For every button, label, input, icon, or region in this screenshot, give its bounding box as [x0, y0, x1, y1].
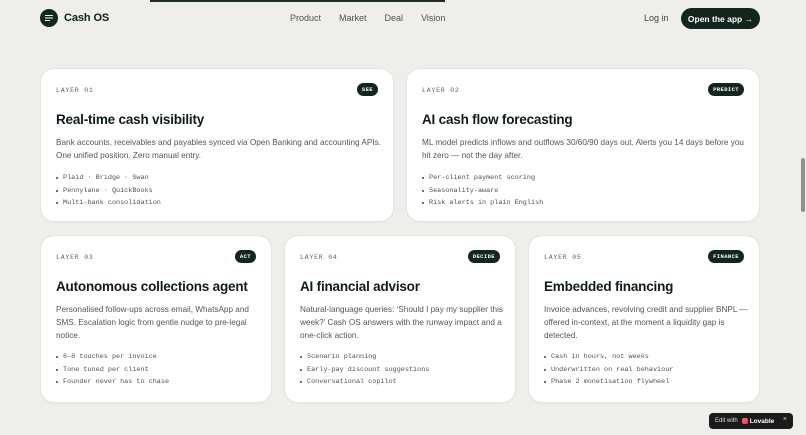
feature-list: 6–8 touches per invoice Tone tuned per c…	[56, 351, 169, 389]
layer-label: LAYER 01	[56, 87, 94, 94]
open-app-button[interactable]: Open the app →	[681, 8, 760, 29]
bullet-dot-icon	[422, 177, 424, 180]
bullet-dot-icon	[544, 381, 546, 384]
lovable-heart-icon	[741, 418, 748, 424]
bullet-dot-icon	[422, 202, 424, 205]
close-icon[interactable]: ×	[783, 416, 787, 423]
list-item-text: Per-client payment scoring	[429, 174, 536, 183]
nav-link-deal[interactable]: Deal	[385, 13, 404, 23]
layer-card-act: LAYER 03 ACT Autonomous collections agen…	[40, 235, 272, 403]
layer-badge: FINANCE	[708, 250, 744, 263]
card-description: Bank accounts, receivables and payables …	[56, 138, 381, 160]
bullet-dot-icon	[300, 356, 302, 359]
list-item: 6–8 touches per invoice	[56, 351, 169, 364]
bullet-dot-icon	[56, 381, 58, 384]
list-item-text: Conversational copilot	[307, 378, 397, 387]
nav-link-vision[interactable]: Vision	[421, 13, 445, 23]
login-link[interactable]: Log in	[644, 13, 669, 23]
layer-card-decide: LAYER 04 DECIDE AI financial advisor Nat…	[284, 235, 516, 403]
list-item: Plaid · Bridge · Swan	[56, 172, 161, 185]
bullet-dot-icon	[422, 189, 424, 192]
list-item: Tone tuned per client	[56, 364, 169, 377]
card-description: ML model predicts inflows and outflows 3…	[422, 138, 744, 160]
card-title: Autonomous collections agent	[56, 279, 248, 294]
bullet-dot-icon	[56, 356, 58, 359]
layer-label: LAYER 03	[56, 254, 94, 261]
card-title: AI cash flow forecasting	[422, 112, 573, 127]
nav-link-market[interactable]: Market	[339, 13, 367, 23]
layer-label: LAYER 02	[422, 87, 460, 94]
nav-link-product[interactable]: Product	[290, 13, 321, 23]
list-item: Early-pay discount suggestions	[300, 364, 429, 377]
layer-badge: PREDICT	[708, 83, 744, 96]
bullet-dot-icon	[300, 368, 302, 371]
list-item-text: Multi-bank consolidation	[63, 199, 161, 208]
card-description: Natural-language queries: ‘Should I pay …	[300, 305, 503, 340]
layer-card-predict: LAYER 02 PREDICT AI cash flow forecastin…	[406, 68, 760, 222]
layer-label: LAYER 04	[300, 254, 338, 261]
list-item-text: Seasonality-aware	[429, 186, 499, 195]
list-item: Multi-bank consolidation	[56, 197, 161, 210]
card-description: Personalised follow-ups across email, Wh…	[56, 305, 249, 340]
list-item-text: Early-pay discount suggestions	[307, 365, 430, 374]
top-navigation: Cash OS Product Market Deal Vision Log i…	[0, 0, 806, 38]
bullet-dot-icon	[56, 202, 58, 205]
card-title: AI financial advisor	[300, 279, 420, 294]
list-item: Phase 2 monetisation flywheel	[544, 376, 673, 389]
brand-name: Cash OS	[64, 12, 110, 24]
feature-list: Scenario planning Early-pay discount sug…	[300, 351, 429, 389]
list-item-text: Risk alerts in plain English	[429, 199, 544, 208]
list-item: Conversational copilot	[300, 376, 429, 389]
list-item-text: Pennylane · QuickBooks	[63, 186, 153, 195]
card-description: Invoice advances, revolving credit and s…	[544, 305, 748, 340]
feature-list: Cash in hours, not weeks Underwritten on…	[544, 351, 673, 389]
feature-list: Plaid · Bridge · Swan Pennylane · QuickB…	[56, 172, 161, 210]
layer-badge: DECIDE	[467, 250, 500, 263]
layer-badge: SEE	[356, 83, 378, 96]
list-item-text: Founder never has to chase	[63, 378, 170, 387]
list-item-text: Scenario planning	[307, 353, 377, 362]
list-item-text: Tone tuned per client	[63, 365, 149, 374]
edit-badge-prefix: Edit with	[715, 418, 738, 424]
feature-list: Per-client payment scoring Seasonality-a…	[422, 172, 543, 210]
bullet-dot-icon	[300, 381, 302, 384]
bullet-dot-icon	[56, 368, 58, 371]
list-item: Cash in hours, not weeks	[544, 351, 673, 364]
page-scrollbar[interactable]	[801, 158, 805, 212]
list-item-text: Phase 2 monetisation flywheel	[551, 378, 670, 387]
list-item: Per-client payment scoring	[422, 172, 543, 185]
list-item: Underwritten on real behaviour	[544, 364, 673, 377]
list-item: Founder never has to chase	[56, 376, 169, 389]
brand-logo[interactable]: Cash OS	[40, 9, 109, 27]
list-item-text: 6–8 touches per invoice	[63, 353, 157, 362]
layer-card-finance: LAYER 05 FINANCE Embedded financing Invo…	[528, 235, 760, 403]
bullet-dot-icon	[56, 177, 58, 180]
list-item: Seasonality-aware	[422, 185, 543, 198]
list-item-text: Cash in hours, not weeks	[551, 353, 649, 362]
list-item-text: Plaid · Bridge · Swan	[63, 174, 149, 183]
list-item: Pennylane · QuickBooks	[56, 185, 161, 198]
edit-badge-brand: Lovable	[749, 417, 775, 425]
card-title: Real-time cash visibility	[56, 112, 205, 127]
list-item-text: Underwritten on real behaviour	[551, 365, 674, 374]
edit-with-lovable-badge[interactable]: Edit with Lovable ×	[709, 413, 793, 429]
layer-badge: ACT	[234, 250, 256, 263]
bullet-dot-icon	[544, 368, 546, 371]
list-item: Risk alerts in plain English	[422, 197, 543, 210]
menu-icon	[40, 9, 58, 27]
bullet-dot-icon	[56, 189, 58, 192]
nav-links: Product Market Deal Vision	[290, 13, 445, 23]
layer-card-see: LAYER 01 SEE Real-time cash visibility B…	[40, 68, 394, 222]
bullet-dot-icon	[544, 356, 546, 359]
card-title: Embedded financing	[544, 279, 674, 294]
list-item: Scenario planning	[300, 351, 429, 364]
layer-label: LAYER 05	[544, 254, 582, 261]
